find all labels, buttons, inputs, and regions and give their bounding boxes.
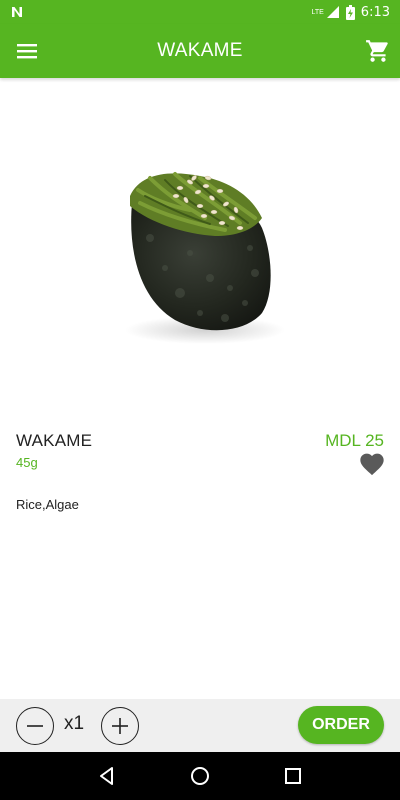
status-left (10, 5, 24, 19)
system-nav-bar (0, 752, 400, 800)
quantity-value: x1 (64, 713, 85, 734)
status-time: 6:13 (360, 4, 390, 20)
back-button[interactable] (91, 760, 123, 792)
network-type-label: LTE (311, 8, 324, 16)
app-bar: WAKAME (0, 24, 400, 78)
status-right: LTE 6:13 (311, 4, 390, 20)
home-button[interactable] (184, 760, 216, 792)
product-name: WAKAME (16, 431, 93, 450)
menu-button[interactable] (14, 38, 40, 64)
page-title: WAKAME (157, 40, 243, 61)
plus-icon (112, 718, 128, 734)
cart-icon (366, 40, 388, 62)
battery-icon (345, 4, 355, 20)
home-icon (190, 767, 209, 785)
cart-button[interactable] (364, 37, 392, 65)
heart-icon (360, 453, 384, 476)
sushi-image (125, 172, 285, 344)
recents-icon (285, 768, 302, 784)
decrease-quantity-button[interactable] (16, 707, 54, 745)
menu-icon (17, 44, 37, 59)
product-image (0, 78, 400, 418)
signal-icon (326, 6, 339, 18)
product-price: MDL 25 (325, 431, 384, 450)
notification-n-icon (12, 7, 22, 17)
recents-button[interactable] (277, 760, 309, 792)
minus-icon (27, 725, 43, 727)
order-bar: x1 ORDER (0, 699, 400, 752)
status-bar: LTE 6:13 (0, 0, 400, 24)
order-button[interactable]: ORDER (298, 706, 384, 744)
product-weight: 45g (16, 455, 38, 470)
increase-quantity-button[interactable] (101, 707, 139, 745)
favorite-button[interactable] (358, 450, 386, 476)
back-icon (99, 767, 113, 785)
product-ingredients: Rice,Algae (16, 497, 79, 512)
